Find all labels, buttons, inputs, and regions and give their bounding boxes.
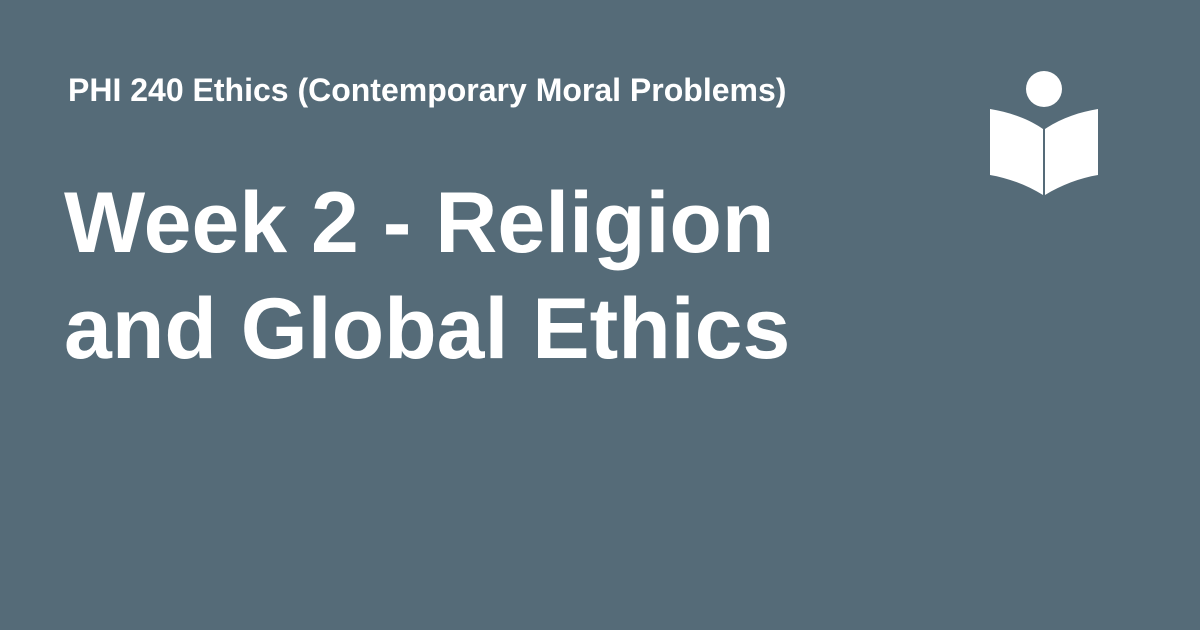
share-card: PHI 240 Ethics (Contemporary Moral Probl…	[0, 0, 1200, 630]
course-title: PHI 240 Ethics (Contemporary Moral Probl…	[68, 72, 787, 108]
page-title: Week 2 - Religion and Global Ethics	[64, 175, 791, 377]
person-reading-book-icon	[990, 71, 1098, 195]
